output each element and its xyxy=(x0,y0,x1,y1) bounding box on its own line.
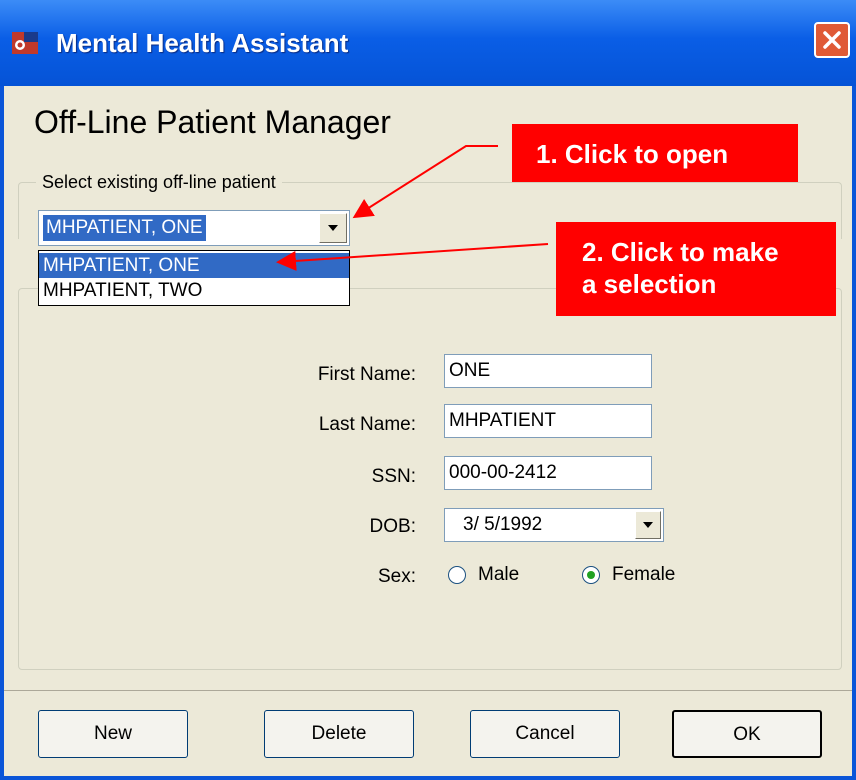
annotation-callout-2: 2. Click to make a selection xyxy=(556,222,836,316)
annotation-callout-1: 1. Click to open xyxy=(512,124,798,182)
annotation-callout-2-line2: a selection xyxy=(582,269,717,299)
annotation-arrows xyxy=(276,145,549,271)
annotation-callout-1-text: 1. Click to open xyxy=(536,139,729,169)
annotation-callout-2-line1: 2. Click to make xyxy=(582,237,779,267)
